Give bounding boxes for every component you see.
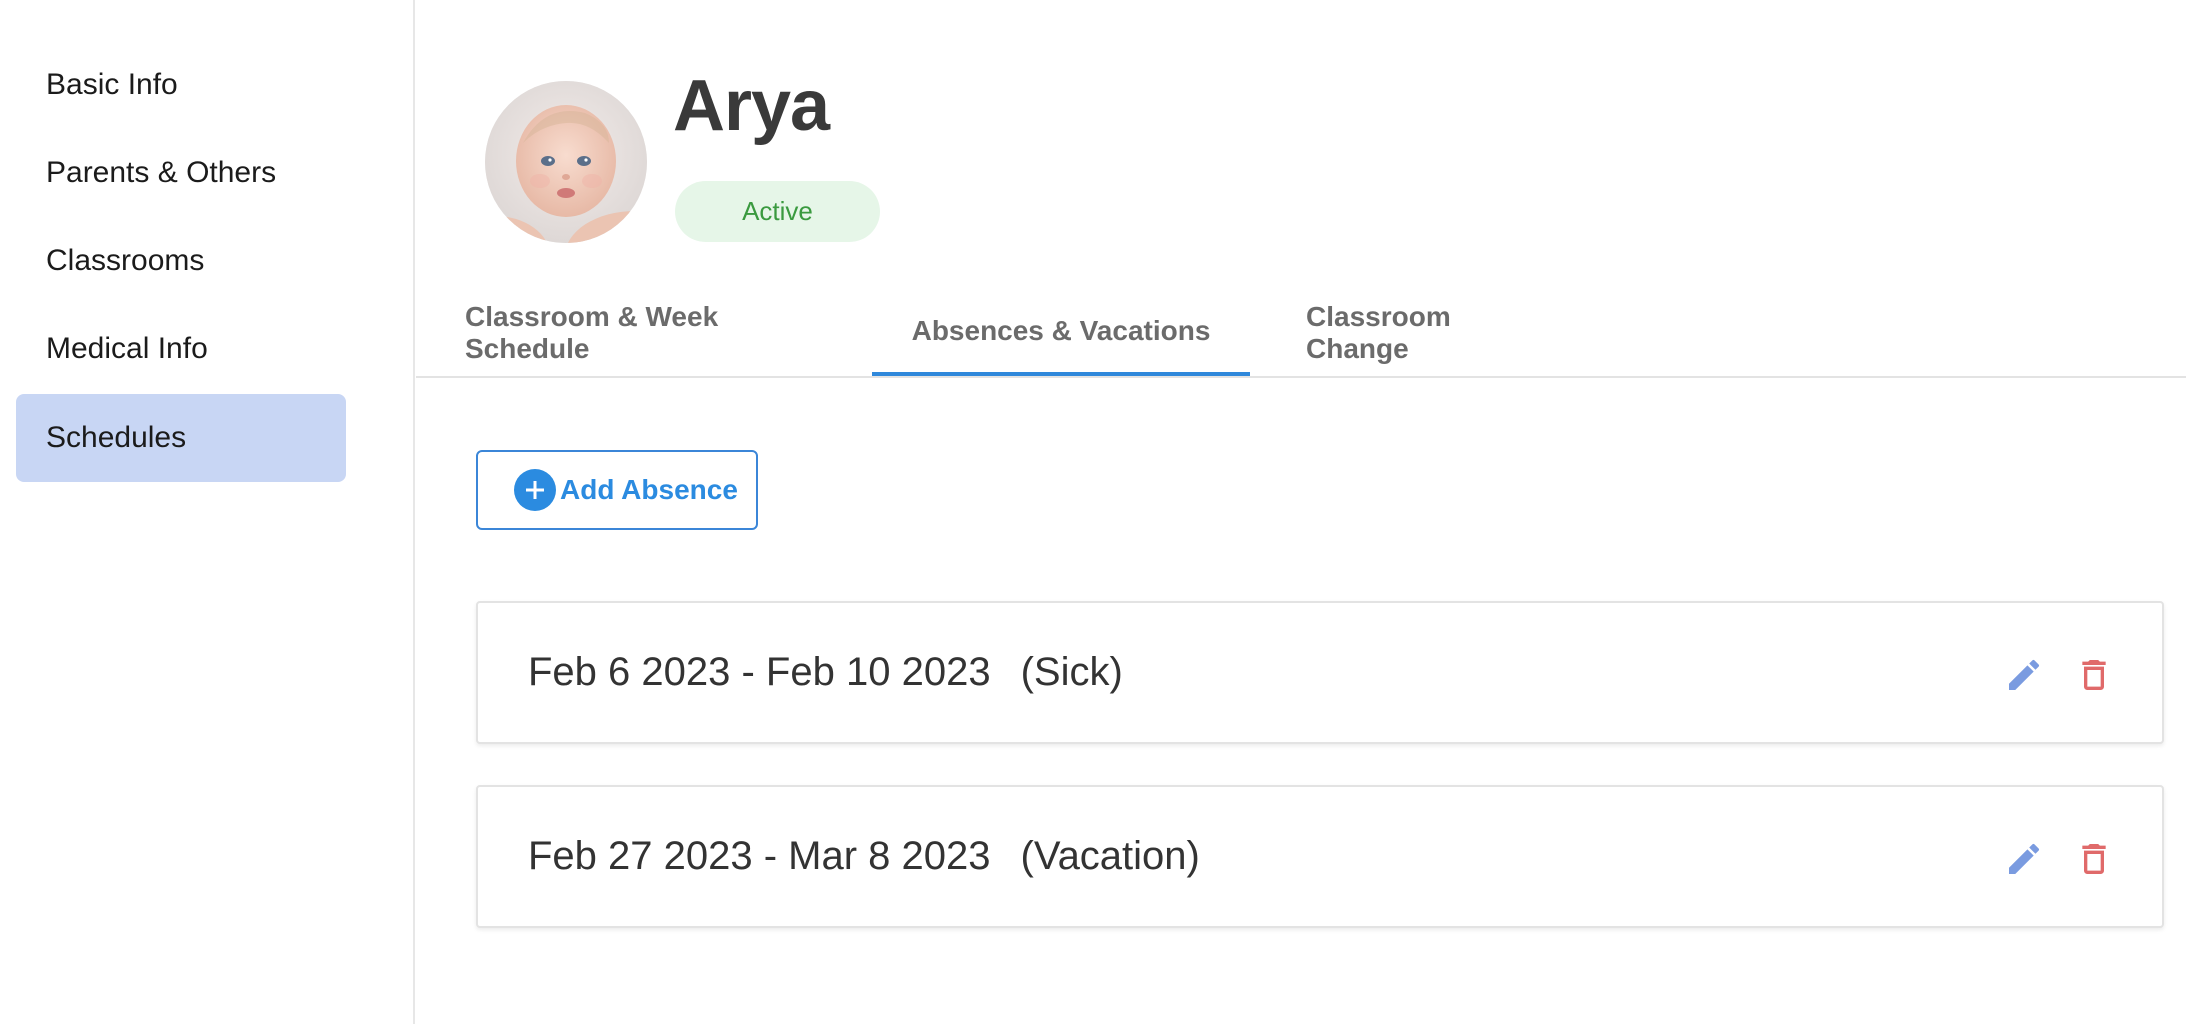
absence-card: Feb 27 2023 - Mar 8 2023 (Vacation) (476, 785, 2164, 928)
tab-bar: Classroom & Week Schedule Absences & Vac… (416, 290, 2186, 378)
absence-card: Feb 6 2023 - Feb 10 2023 (Sick) (476, 601, 2164, 744)
child-name: Arya (673, 66, 830, 146)
sidebar-item-label: Basic Info (46, 68, 178, 101)
tab-label: Classroom & Week Schedule (465, 301, 719, 364)
baby-photo (485, 81, 647, 243)
tab-absences-vacations[interactable]: Absences & Vacations (872, 290, 1250, 376)
sidebar-item-label: Classrooms (46, 244, 205, 277)
sidebar-item-basic-info[interactable]: Basic Info (16, 41, 346, 129)
sidebar-item-medical-info[interactable]: Medical Info (16, 305, 346, 393)
tab-classroom-change[interactable]: Classroom Change (1306, 290, 1546, 376)
sidebar-item-label: Parents & Others (46, 156, 277, 189)
trash-icon[interactable] (2072, 653, 2116, 697)
plus-circle-icon (514, 469, 556, 511)
sidebar-item-label: Schedules (46, 421, 187, 454)
tab-classroom-week-schedule[interactable]: Classroom & Week Schedule (465, 290, 721, 376)
sidebar-item-label: Medical Info (46, 332, 208, 365)
status-badge: Active (675, 181, 880, 242)
sidebar: Basic Info Parents & Others Classrooms M… (0, 0, 415, 1024)
sidebar-item-parents-others[interactable]: Parents & Others (16, 129, 346, 217)
add-absence-button[interactable]: Add Absence (476, 450, 758, 530)
absence-dates: Feb 6 2023 - Feb 10 2023 (528, 650, 991, 694)
add-absence-label: Add Absence (560, 474, 738, 505)
app-root: Basic Info Parents & Others Classrooms M… (0, 0, 2212, 1024)
tab-label: Classroom Change (1306, 301, 1451, 364)
pencil-icon[interactable] (2002, 837, 2046, 881)
avatar (485, 81, 647, 243)
absence-reason: (Vacation) (1020, 834, 1200, 878)
absence-reason: (Sick) (1020, 650, 1123, 694)
pencil-icon[interactable] (2002, 653, 2046, 697)
trash-icon[interactable] (2072, 837, 2116, 881)
tab-label: Absences & Vacations (911, 315, 1211, 346)
sidebar-item-classrooms[interactable]: Classrooms (16, 217, 346, 305)
absence-dates: Feb 27 2023 - Mar 8 2023 (528, 834, 991, 878)
sidebar-item-schedules[interactable]: Schedules (16, 394, 346, 482)
